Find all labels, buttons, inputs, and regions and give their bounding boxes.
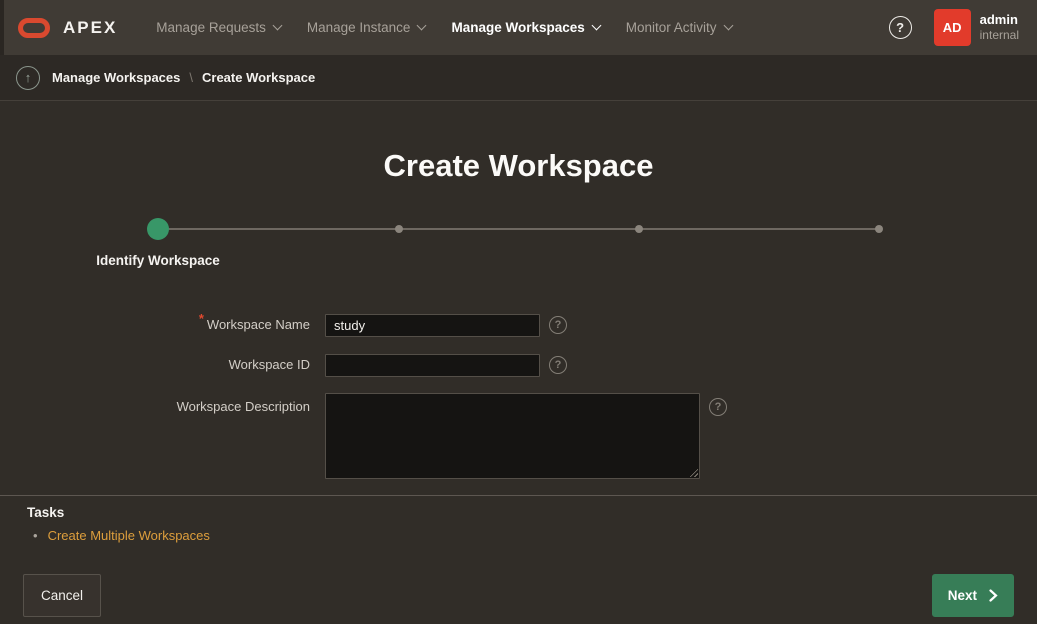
nav-label: Monitor Activity [626, 20, 717, 35]
wizard-track-line [158, 228, 880, 230]
required-marker: * [199, 311, 204, 326]
breadcrumb-current: Create Workspace [202, 70, 315, 85]
user-name: admin [980, 12, 1019, 28]
oracle-logo-icon [18, 18, 50, 38]
wizard-step-1-dot-current [147, 218, 169, 240]
brand-title: APEX [63, 18, 117, 38]
breadcrumb-parent[interactable]: Manage Workspaces [52, 70, 180, 85]
nav-manage-requests[interactable]: Manage Requests [156, 20, 281, 35]
tasks-heading: Tasks [27, 505, 1037, 520]
form-row-workspace-name: *Workspace Name ? [0, 313, 1037, 337]
wizard-step-2-dot [395, 225, 403, 233]
main-content: Create Workspace Identify Workspace *Wor… [0, 101, 1037, 624]
workspace-description-wrap [325, 393, 700, 479]
workspace-name-help-icon[interactable]: ? [549, 316, 567, 334]
wizard-step-4-dot [875, 225, 883, 233]
create-multiple-workspaces-link[interactable]: Create Multiple Workspaces [48, 528, 210, 543]
wizard-step-3-dot [635, 225, 643, 233]
workspace-id-label: Workspace ID [0, 353, 310, 377]
user-realm: internal [980, 28, 1019, 43]
page-title: Create Workspace [0, 101, 1037, 187]
help-icon[interactable]: ? [889, 16, 912, 39]
next-button[interactable]: Next [932, 574, 1014, 617]
nav-monitor-activity[interactable]: Monitor Activity [626, 20, 732, 35]
nav-label: Manage Requests [156, 20, 266, 35]
breadcrumb-separator: \ [189, 70, 193, 85]
top-navigation-bar: APEX Manage Requests Manage Instance Man… [0, 0, 1037, 55]
user-info: admin internal [980, 12, 1019, 43]
form-row-workspace-id: Workspace ID ? [0, 353, 1037, 377]
workspace-description-help-icon[interactable]: ? [709, 398, 727, 416]
next-button-label: Next [948, 587, 977, 604]
chevron-down-icon [723, 21, 733, 31]
list-item: • Create Multiple Workspaces [27, 528, 1037, 543]
breadcrumb: ↑ Manage Workspaces \ Create Workspace [0, 55, 1037, 101]
workspace-form: *Workspace Name ? Workspace ID ? Workspa… [0, 303, 1037, 479]
nav-label: Manage Instance [307, 20, 411, 35]
nav-label: Manage Workspaces [451, 20, 584, 35]
nav-manage-workspaces[interactable]: Manage Workspaces [451, 20, 599, 35]
workspace-id-input[interactable] [325, 354, 540, 377]
workspace-id-help-icon[interactable]: ? [549, 356, 567, 374]
tasks-region: Tasks • Create Multiple Workspaces [0, 495, 1037, 543]
cancel-button[interactable]: Cancel [23, 574, 101, 617]
chevron-down-icon [591, 21, 601, 31]
workspace-name-input[interactable] [325, 314, 540, 337]
wizard-buttons-bar: Cancel Next [0, 559, 1037, 617]
chevron-down-icon [272, 21, 282, 31]
bullet-icon: • [33, 528, 38, 543]
form-row-workspace-description: Workspace Description ? [0, 393, 1037, 479]
workspace-name-label: *Workspace Name [0, 313, 310, 337]
chevron-right-icon [989, 589, 998, 602]
nav-manage-instance[interactable]: Manage Instance [307, 20, 426, 35]
avatar[interactable]: AD [934, 9, 971, 46]
chevron-down-icon [417, 21, 427, 31]
workspace-description-label: Workspace Description [0, 393, 310, 415]
up-arrow-icon[interactable]: ↑ [16, 66, 40, 90]
wizard-progress: Identify Workspace [0, 215, 1037, 279]
wizard-current-step-label: Identify Workspace [96, 253, 220, 268]
workspace-description-textarea[interactable] [325, 393, 700, 479]
